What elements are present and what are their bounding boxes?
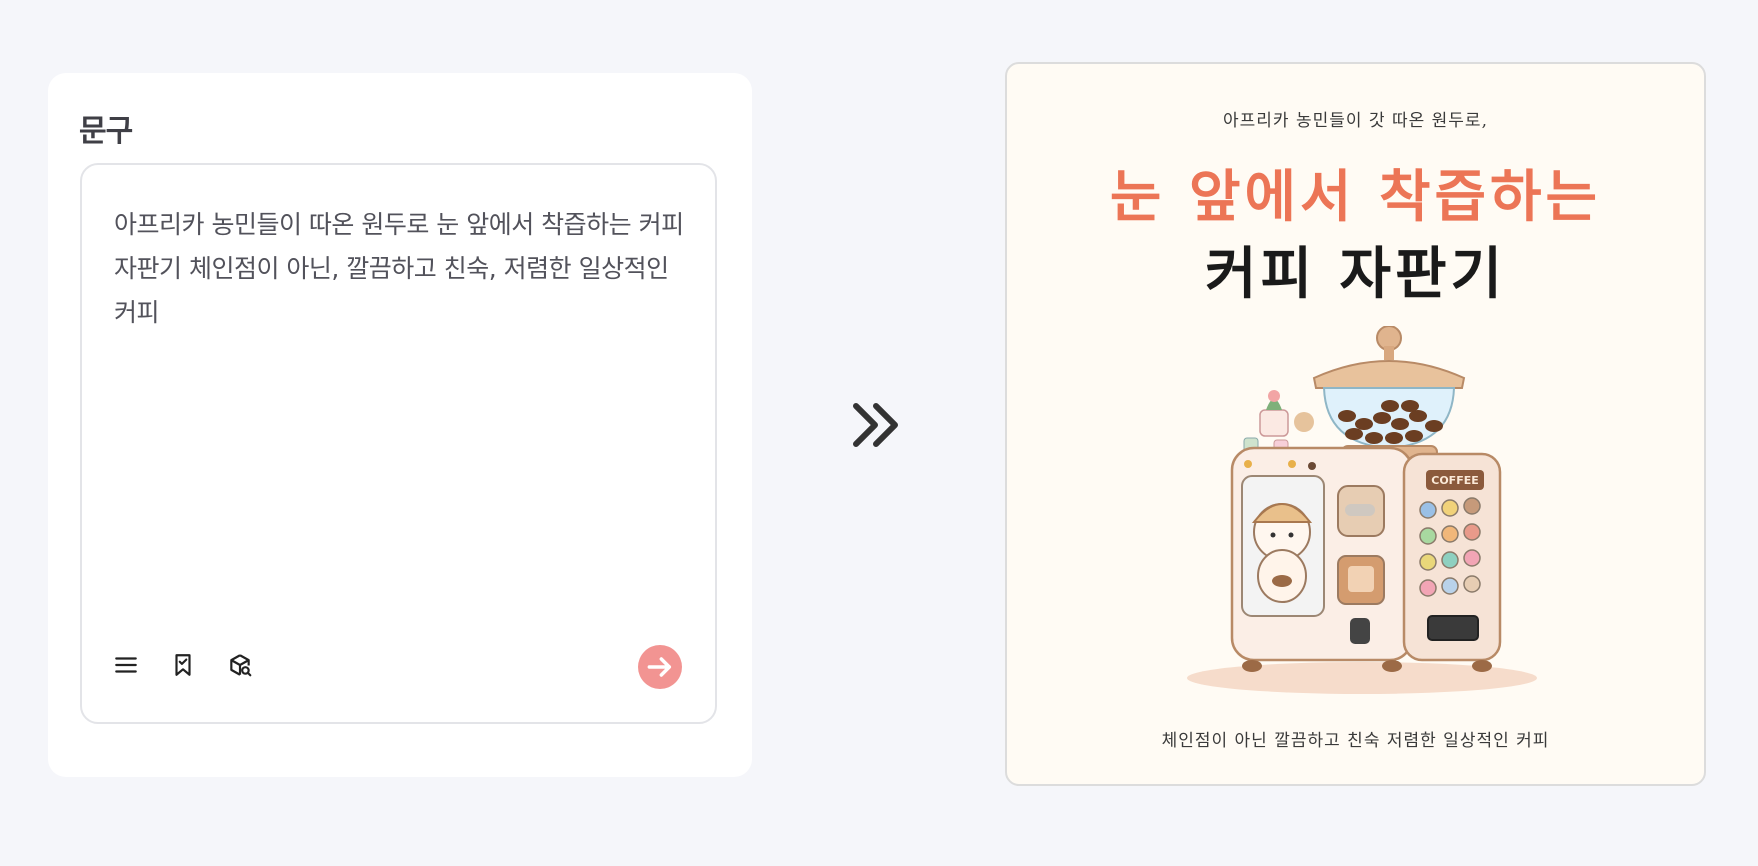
box-search-icon <box>230 654 252 677</box>
menu-icon <box>115 657 137 673</box>
arrow-right-icon <box>647 657 672 677</box>
menu-button[interactable] <box>106 645 146 685</box>
card-title: 문구 <box>79 114 133 149</box>
prompt-card: 문구 아프리카 농민들이 따온 원두로 눈 앞에서 착즙하는 커피 자판기 체인… <box>48 73 752 777</box>
prompt-input[interactable]: 아프리카 농민들이 따온 원두로 눈 앞에서 착즙하는 커피 자판기 체인점이 … <box>80 163 717 724</box>
bookmark-button[interactable] <box>163 645 203 685</box>
box-search-button[interactable] <box>220 645 260 685</box>
double-chevron-right-icon <box>853 403 898 447</box>
poster-top-caption: 아프리카 농민들이 갓 따온 원두로, <box>1223 111 1488 131</box>
coffee-vending-machine-illustration: COFFEE <box>1187 326 1537 694</box>
poster-headline-line2: 커피 자판기 <box>1204 241 1507 307</box>
poster-preview: 아프리카 농민들이 갓 따온 원두로, 눈 앞에서 착즙하는 커피 자판기 CO… <box>1005 62 1706 786</box>
prompt-text[interactable]: 아프리카 농민들이 따온 원두로 눈 앞에서 착즙하는 커피 자판기 체인점이 … <box>114 203 684 335</box>
coffee-label: COFFEE <box>1431 474 1478 487</box>
poster-headline-line1: 눈 앞에서 착즙하는 <box>1109 164 1602 230</box>
submit-button[interactable] <box>638 645 682 689</box>
poster-bottom-caption: 체인점이 아닌 깔끔하고 친숙 저렴한 일상적인 커피 <box>1161 731 1550 751</box>
bookmark-icon <box>175 654 191 676</box>
